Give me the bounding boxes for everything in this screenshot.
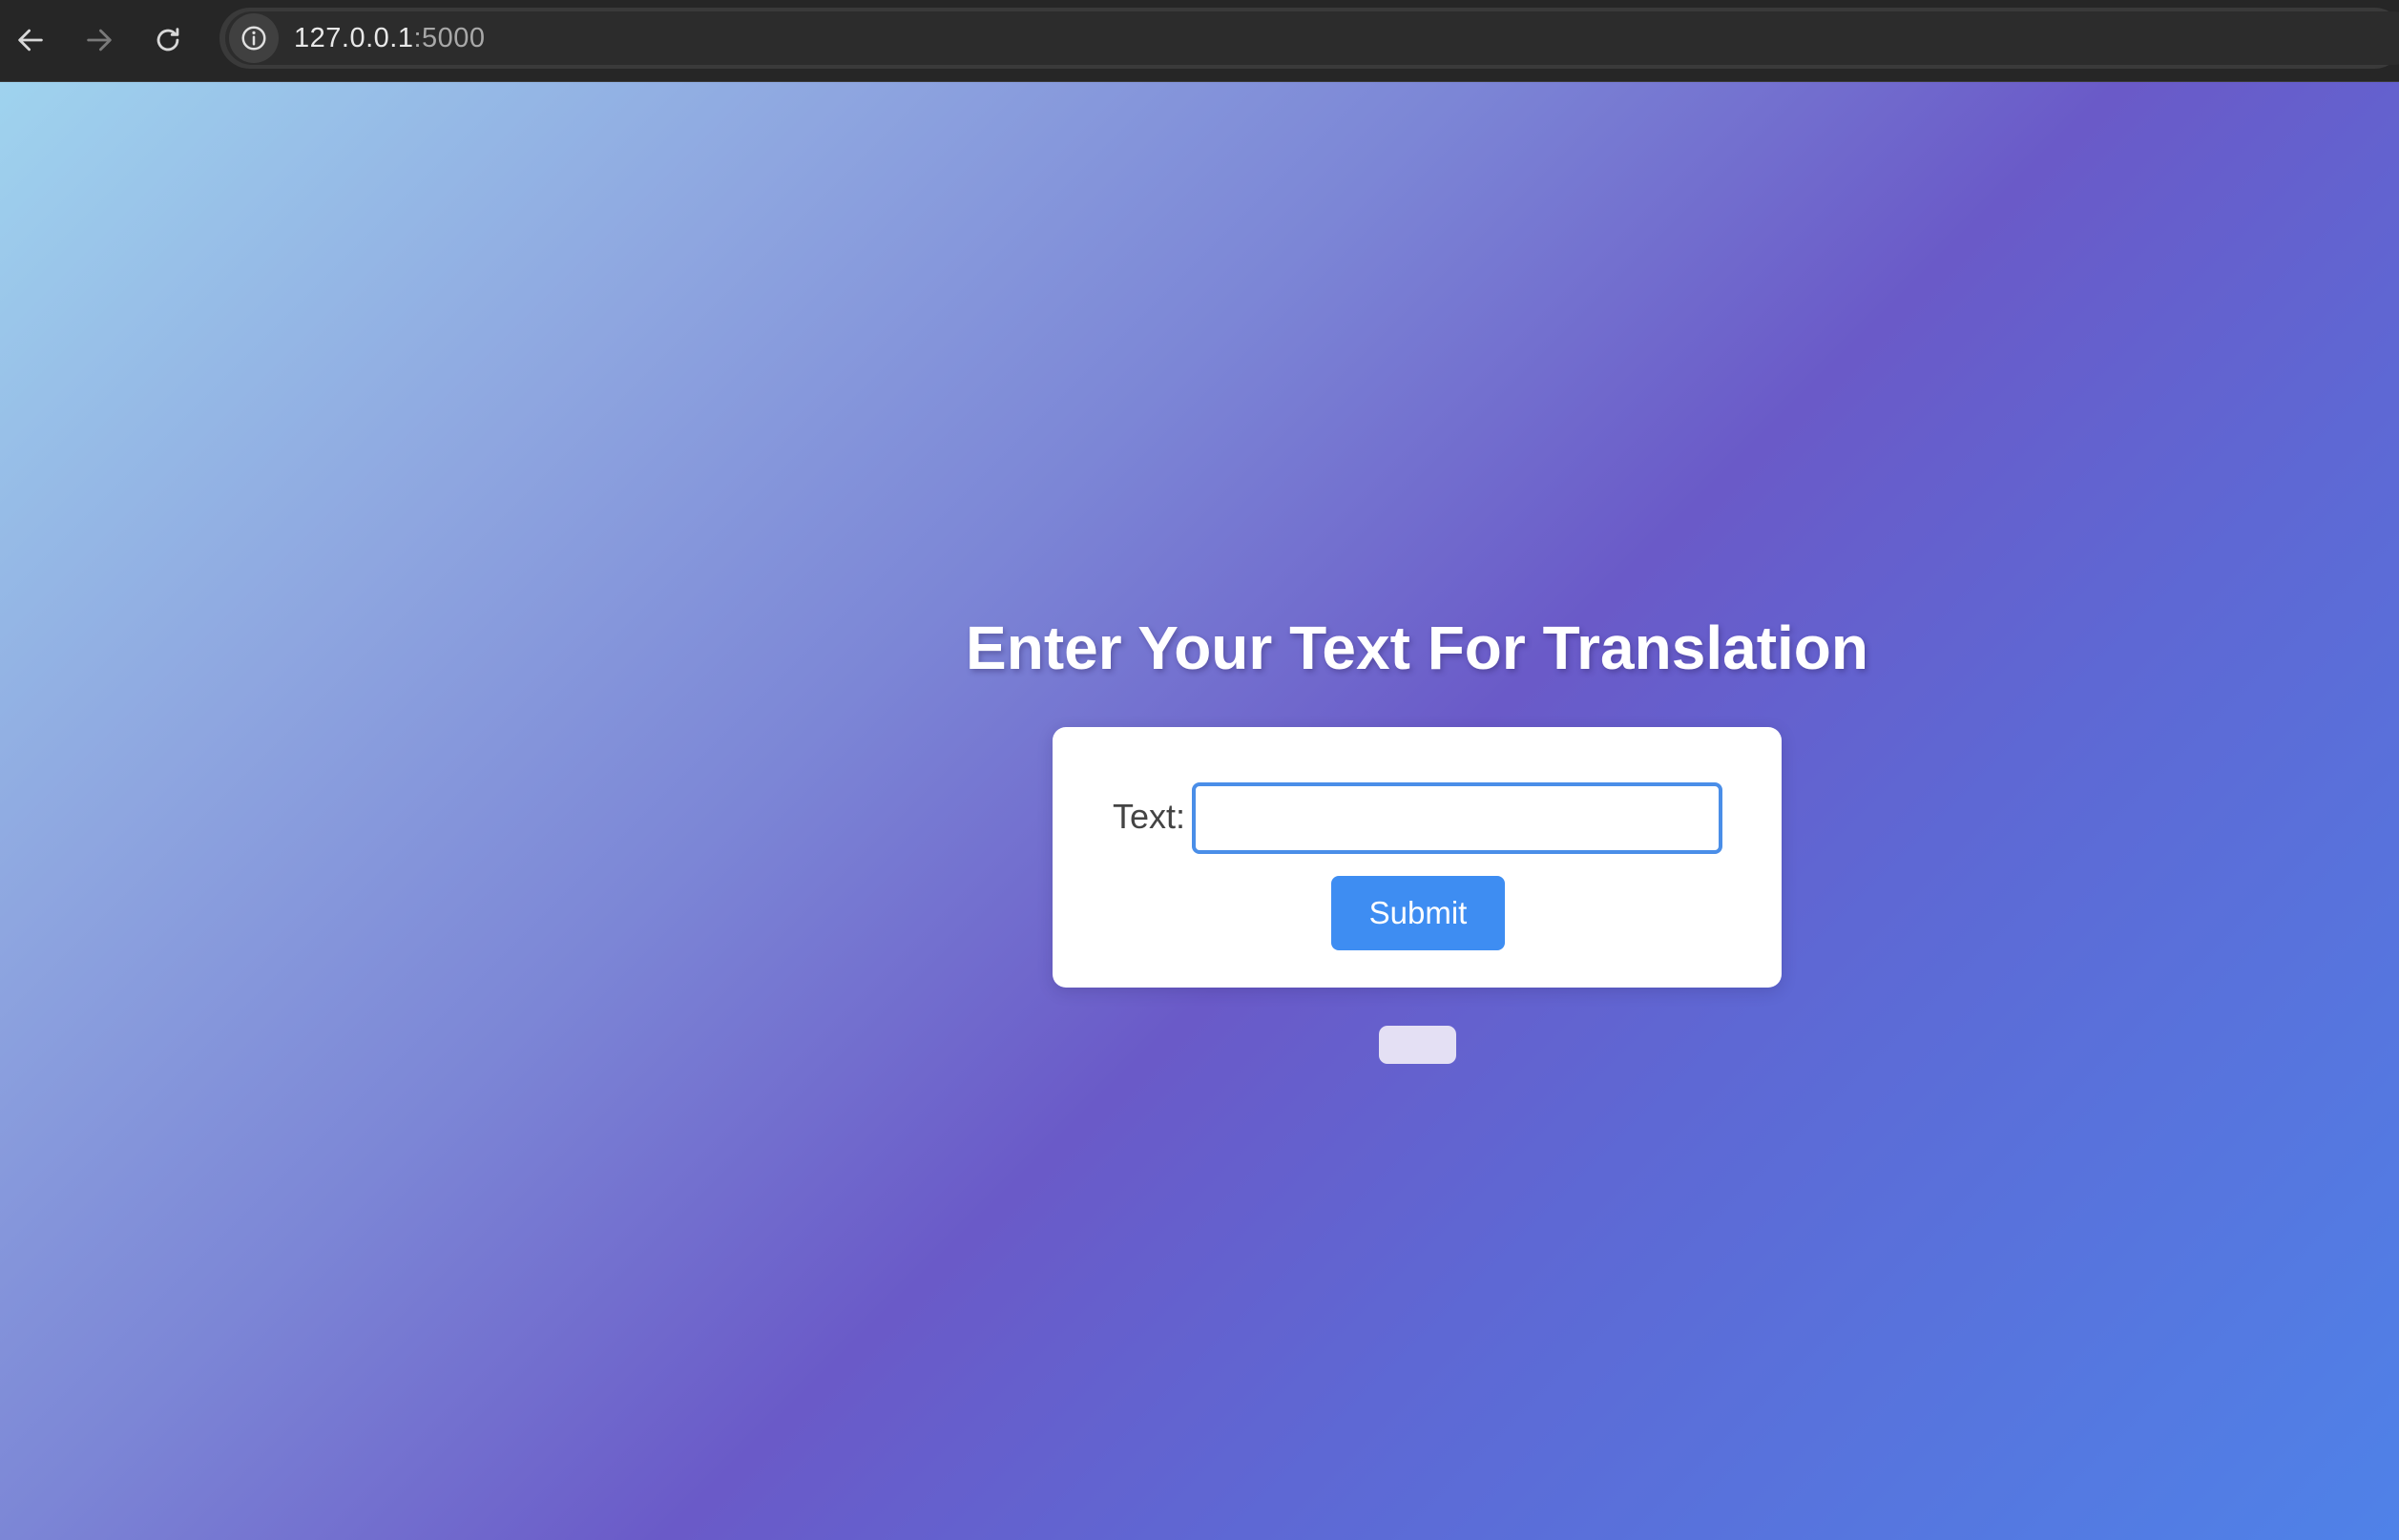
translation-result (1379, 1026, 1456, 1064)
text-label: Text: (1113, 797, 1186, 836)
reload-button[interactable] (143, 15, 193, 65)
info-icon (241, 26, 266, 51)
url-text[interactable]: 127.0.0.1:5000 (294, 23, 486, 54)
page-title: Enter Your Text For Translation (966, 614, 1868, 682)
arrow-left-icon (18, 29, 43, 52)
forward-button[interactable] (74, 15, 124, 65)
page-content: Enter Your Text For Translation Text: Su… (0, 82, 2399, 1540)
browser-toolbar: 127.0.0.1:5000 (0, 0, 2399, 82)
site-info-button[interactable] (229, 13, 279, 63)
translation-form: Text: Submit (1053, 727, 1782, 988)
arrow-right-icon (87, 29, 112, 52)
back-button[interactable] (6, 15, 55, 65)
submit-button[interactable]: Submit (1331, 876, 1505, 950)
text-input[interactable] (1192, 782, 1722, 854)
url-host: 127.0.0.1 (294, 22, 414, 53)
address-bar[interactable]: 127.0.0.1:5000 (219, 8, 2399, 69)
reload-icon (156, 28, 179, 52)
url-port: :5000 (413, 22, 486, 53)
address-field[interactable]: 127.0.0.1:5000 (225, 11, 2399, 65)
